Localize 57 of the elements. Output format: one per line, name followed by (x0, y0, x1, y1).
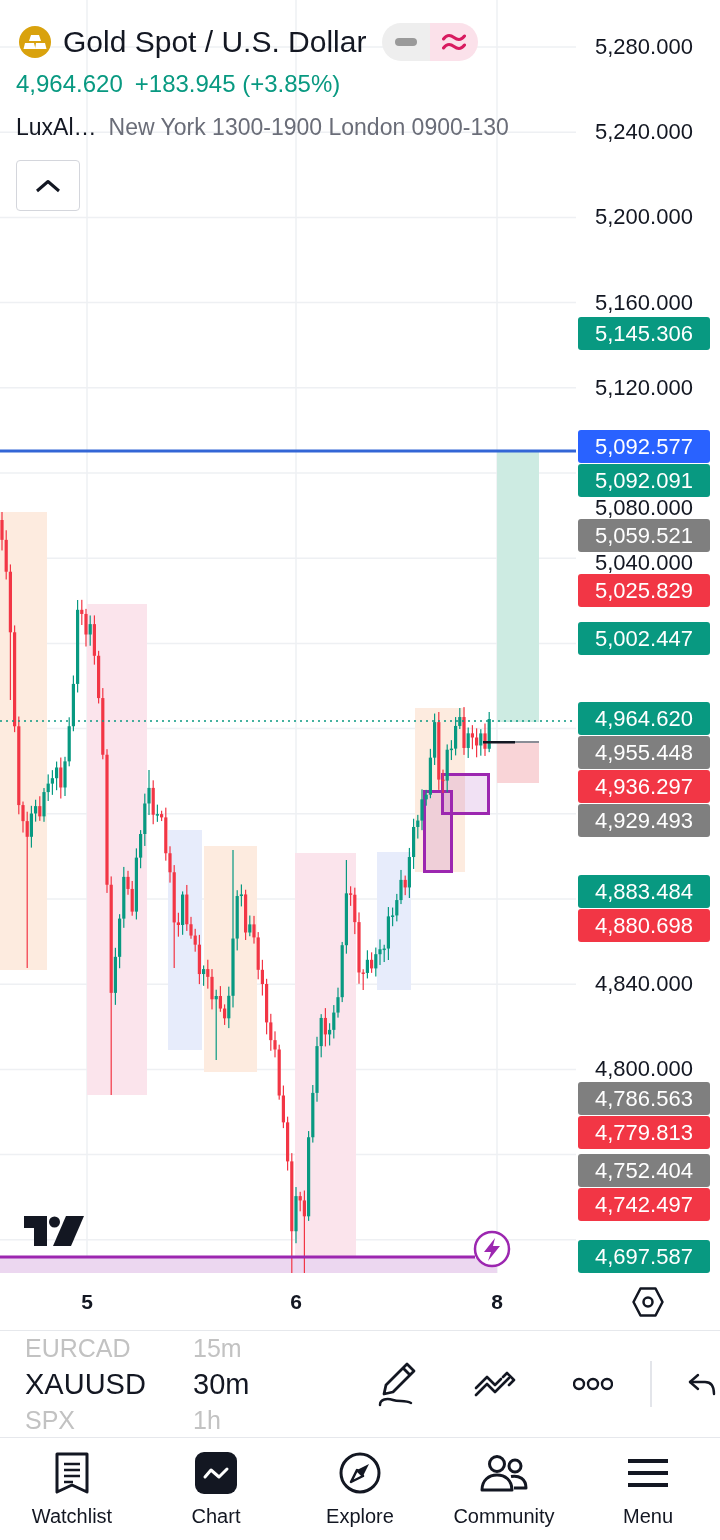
price-tag: 4,779.813 (578, 1115, 710, 1149)
undo-icon[interactable] (687, 1372, 716, 1396)
date-label: 5 (81, 1290, 93, 1314)
settings-icon[interactable] (632, 1286, 664, 1317)
price-tag: 5,002.447 (578, 621, 710, 655)
loss-zone (497, 742, 539, 783)
price-tick-label: 5,240.000 (595, 121, 693, 144)
pencil-icon[interactable] (377, 1361, 417, 1407)
price-tag: 5,092.091 (578, 463, 710, 497)
symbol-title[interactable]: Gold Spot / U.S. Dollar (63, 24, 367, 60)
date-label: 8 (491, 1290, 503, 1314)
approx-icon (442, 33, 467, 51)
price-tag: 4,883.484 (578, 875, 710, 909)
price-tag: 5,145.306 (578, 317, 710, 351)
price-tag: 4,786.563 (578, 1081, 710, 1115)
date-label: 6 (290, 1290, 302, 1314)
interval-option[interactable]: 30m (193, 1367, 250, 1401)
price-tick-label: 5,160.000 (595, 291, 693, 314)
price-tick-label: 5,080.000 (595, 496, 693, 519)
entry-line (483, 741, 539, 744)
toggle-button[interactable] (382, 23, 431, 61)
price-tick-label: 5,040.000 (595, 551, 693, 574)
lightning-icon[interactable] (473, 1230, 511, 1268)
price-tick-label: 5,120.000 (595, 376, 693, 399)
caret-up-icon (35, 178, 61, 193)
logo-icon (24, 1216, 84, 1246)
last-price: 4,964.620 (16, 69, 123, 99)
price-tag: 5,092.577 (578, 429, 710, 463)
nav-tab[interactable]: Watchlist (0, 1438, 144, 1540)
price-tag: 4,880.698 (578, 909, 710, 943)
price-tag: 4,697.587 (578, 1240, 710, 1273)
price-tag: 4,955.448 (578, 736, 710, 770)
more-icon[interactable] (573, 1377, 613, 1391)
price-tick-label: 4,840.000 (595, 973, 693, 996)
price-tag: 4,936.297 (578, 770, 710, 804)
nav-tab[interactable]: Community (432, 1438, 576, 1540)
price-tag: 5,025.829 (578, 573, 710, 607)
nav-tab[interactable]: Chart (144, 1438, 288, 1540)
price-tag: 5,059.521 (578, 518, 710, 552)
price-tick-label: 5,200.000 (595, 206, 693, 229)
symbol-option[interactable]: XAUUSD (25, 1367, 146, 1401)
indicator-settings: New York 1300-1900 London 0900-130 (108, 113, 509, 142)
price-tick-label: 4,800.000 (595, 1058, 693, 1081)
nav-tab[interactable]: Menu (576, 1438, 720, 1540)
price-tag: 4,742.497 (578, 1188, 710, 1222)
price-change: +183.945 (+3.85%) (134, 69, 341, 99)
indicator-name[interactable]: LuxAl… (16, 112, 97, 142)
collapse-button[interactable] (16, 160, 80, 211)
minus-icon (395, 38, 418, 46)
ingot-icon (19, 26, 51, 58)
price-tag: 4,964.620 (578, 702, 710, 736)
price-tick-label: 5,280.000 (595, 36, 693, 58)
price-tag: 4,929.493 (578, 804, 710, 838)
zigzag-icon[interactable] (473, 1369, 517, 1399)
toggle-button[interactable] (430, 23, 479, 61)
price-tag: 4,752.404 (578, 1154, 710, 1188)
nav-tab[interactable]: Explore (288, 1438, 432, 1540)
